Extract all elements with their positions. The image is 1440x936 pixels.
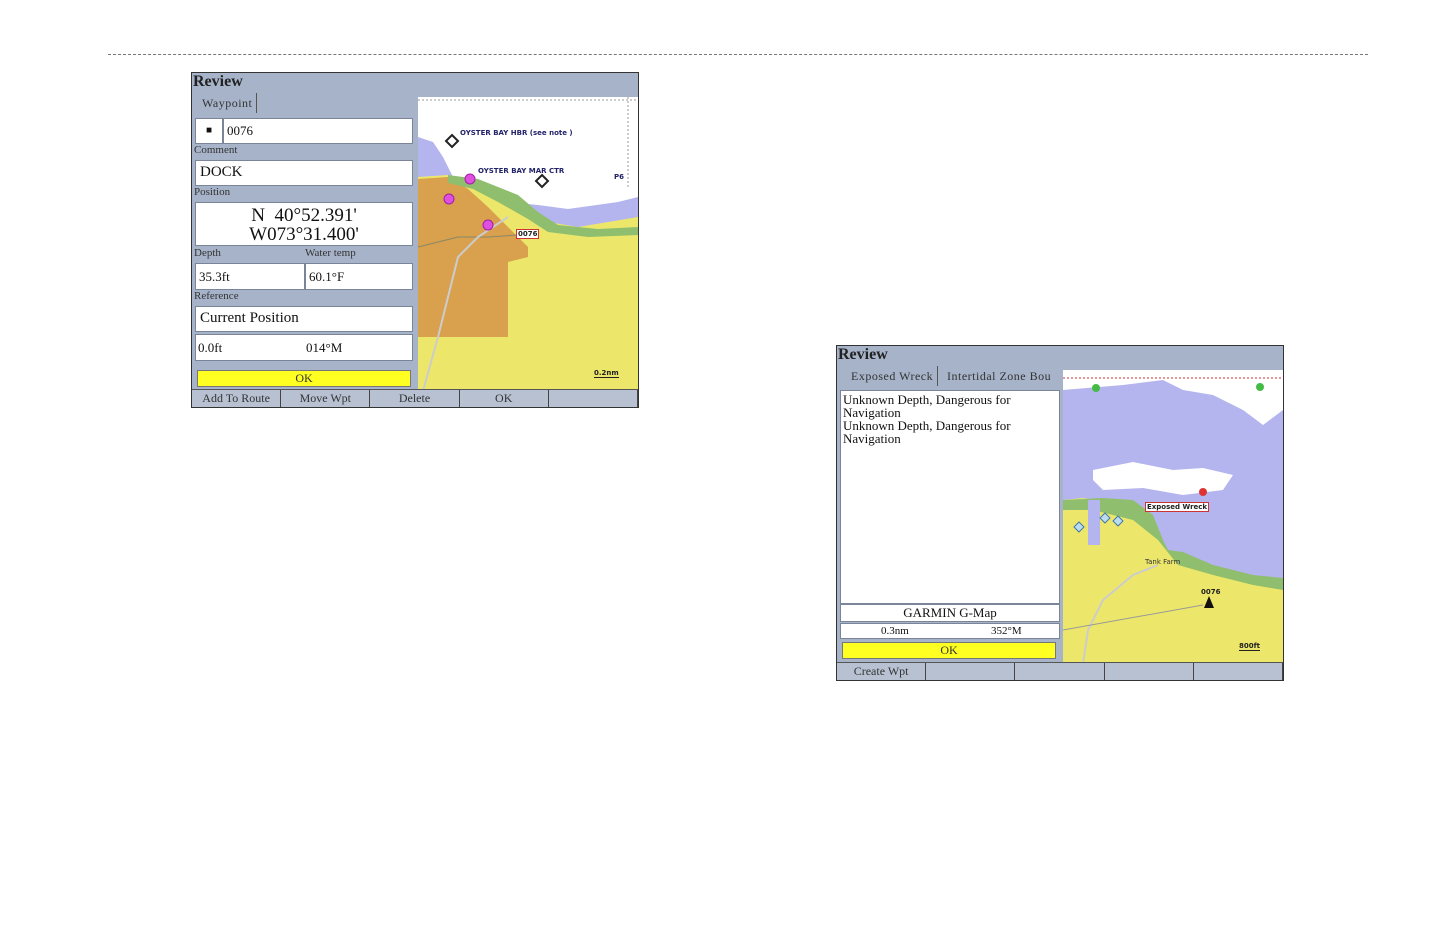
tab-exposed-wreck[interactable]: Exposed Wreck <box>847 366 939 386</box>
bearing-value: 352°M <box>991 625 1022 637</box>
distance-bearing-row: 0.3nm 352°M <box>840 623 1060 639</box>
exposed-wreck-map-label[interactable]: Exposed Wreck <box>1145 502 1210 512</box>
depth-value: 35.3ft <box>195 263 305 290</box>
depth-label: Depth <box>194 247 221 259</box>
comment-field[interactable]: DOCK <box>195 160 413 186</box>
water-temp-value: 60.1°F <box>305 263 413 290</box>
chart-map[interactable]: OYSTER BAY HBR (see note ) OYSTER BAY MA… <box>418 97 638 391</box>
reference-label: Reference <box>194 290 239 302</box>
distance-value: 0.0ft <box>198 340 223 355</box>
page-header-rule <box>108 54 1368 55</box>
ok-button[interactable]: OK <box>842 642 1056 659</box>
softkey-bar: Add To Route Move Wpt Delete OK <box>192 389 638 407</box>
bearing-value: 014°M <box>306 340 343 355</box>
source-field: GARMIN G-Map <box>840 604 1060 622</box>
tab-waypoint[interactable]: Waypoint <box>198 93 258 113</box>
softkey-bar: Create Wpt <box>837 662 1283 680</box>
map-scale: 0.2nm <box>594 369 619 378</box>
description-item: Unknown Depth, Dangerous for Navigation <box>843 418 1011 446</box>
chart-map[interactable]: Exposed Wreck Tank Farm 0076 800ft <box>1063 370 1283 664</box>
delete-button[interactable]: Delete <box>370 390 460 407</box>
waypoint-review-screen: Review Waypoint ■ 0076 Comment DOCK Posi… <box>191 72 639 408</box>
add-to-route-button[interactable]: Add To Route <box>192 390 282 407</box>
screen-title: Review <box>838 346 888 363</box>
screen-title: Review <box>193 73 243 90</box>
waypoint-name-field[interactable]: 0076 <box>223 118 413 144</box>
reference-field[interactable]: Current Position <box>195 306 413 332</box>
comment-label: Comment <box>194 144 238 156</box>
move-wpt-button[interactable]: Move Wpt <box>281 390 371 407</box>
water-temp-label: Water temp <box>305 247 356 259</box>
position-field[interactable]: N 40°52.391' W073°31.400' <box>195 202 413 246</box>
empty-softkey[interactable] <box>1194 663 1283 680</box>
map-label: Tank Farm <box>1145 558 1181 566</box>
map-label: OYSTER BAY HBR (see note ) <box>460 129 573 137</box>
create-wpt-button[interactable]: Create Wpt <box>837 663 927 680</box>
ok-button[interactable]: OK <box>197 370 411 387</box>
tab-intertidal-zone[interactable]: Intertidal Zone Bou <box>943 366 1061 386</box>
map-item-review-screen: Review Exposed Wreck Intertidal Zone Bou… <box>836 345 1284 681</box>
map-label: P6 <box>614 173 625 181</box>
description-list: Unknown Depth, Dangerous for Navigation … <box>840 390 1060 604</box>
map-label: OYSTER BAY MAR CTR <box>478 167 565 175</box>
waypoint-symbol-button[interactable]: ■ <box>195 118 223 144</box>
empty-softkey[interactable] <box>1105 663 1194 680</box>
distance-value: 0.3nm <box>881 625 909 637</box>
empty-softkey[interactable] <box>1015 663 1105 680</box>
square-icon: ■ <box>205 125 213 136</box>
empty-softkey[interactable] <box>549 390 638 407</box>
latitude: N 40°52.391' <box>251 205 357 226</box>
distance-bearing-row: 0.0ft 014°M <box>195 334 413 361</box>
map-scale: 800ft <box>1239 642 1261 651</box>
waypoint-map-label[interactable]: 0076 <box>1201 588 1220 596</box>
empty-softkey[interactable] <box>926 663 1016 680</box>
position-label: Position <box>194 186 231 198</box>
waypoint-map-label[interactable]: 0076 <box>516 229 540 239</box>
longitude: W073°31.400' <box>249 224 359 245</box>
description-item: Unknown Depth, Dangerous for Navigation <box>843 392 1011 420</box>
ok-softkey[interactable]: OK <box>460 390 549 407</box>
